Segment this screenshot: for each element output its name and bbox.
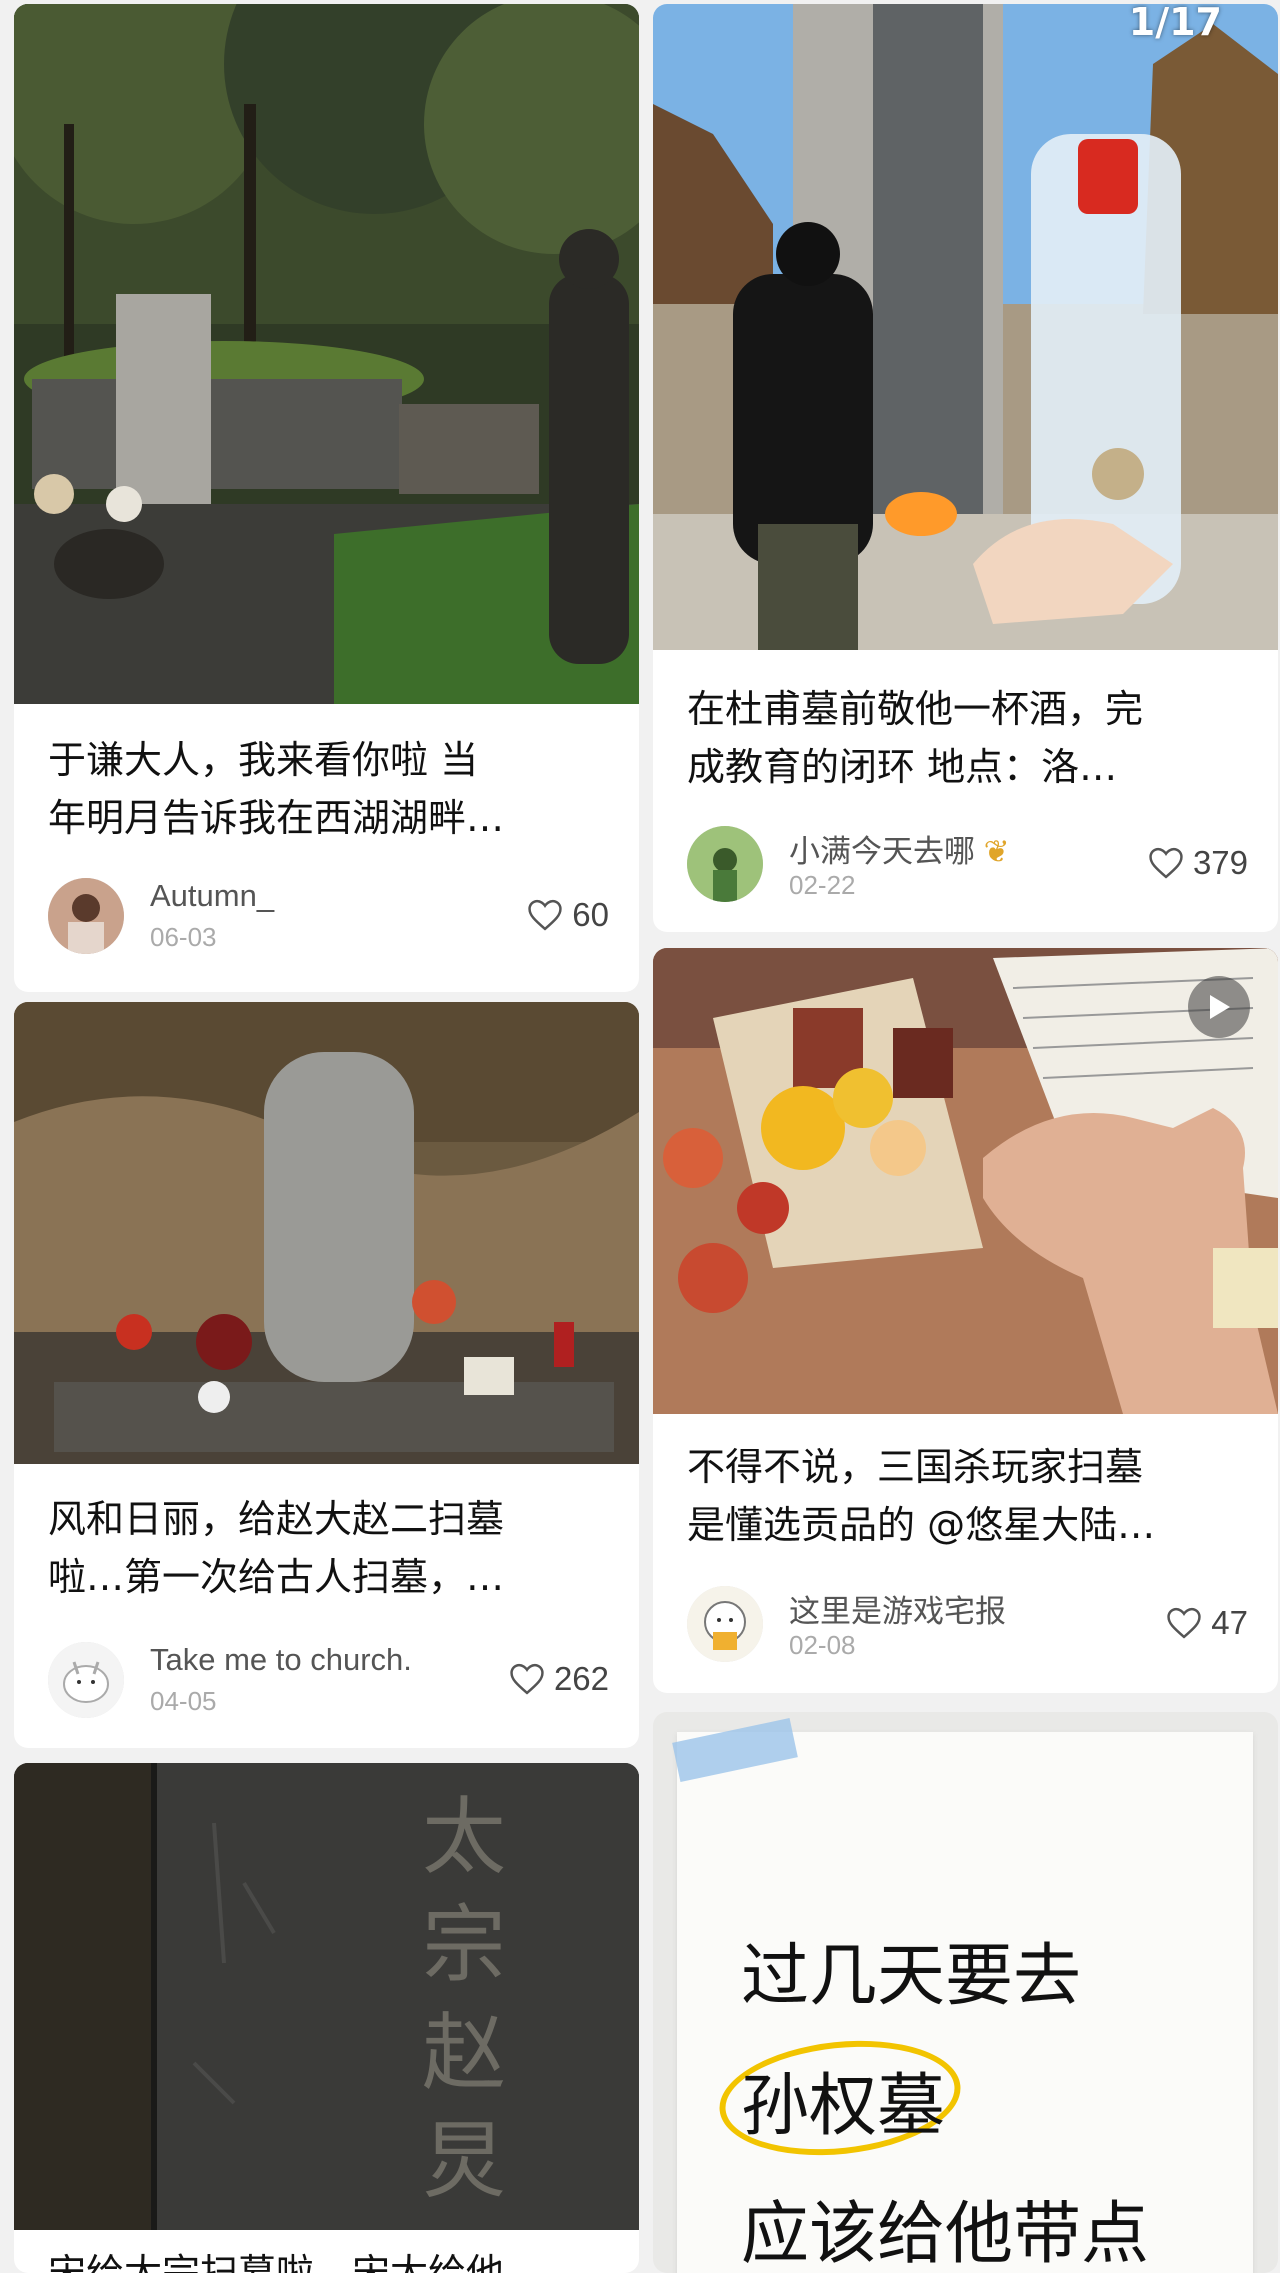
card-image-dufu-tomb: [653, 4, 1278, 650]
like-button[interactable]: 262: [508, 1660, 609, 1698]
card-title-line: 风和日丽，给赵大赵二扫墓: [48, 1497, 505, 1541]
play-button[interactable]: [1188, 976, 1250, 1038]
card-title[interactable]: 于谦大人，我来看你啦 当 年明月告诉我在西湖湖畔…: [48, 731, 609, 847]
avatar[interactable]: [687, 1586, 763, 1662]
feed-card-sanguosha[interactable]: 不得不说，三国杀玩家扫墓 是懂选贡品的 @悠星大陆… 这里是游戏宅报 02-08…: [653, 948, 1278, 1693]
feed-card-taizong[interactable]: 太宗赵炅 宋给太宗扫墓啦，宋太给他: [14, 1763, 639, 2273]
post-date: 06-03: [150, 922, 217, 952]
card-image-stone-tablet: 太宗赵炅: [14, 1763, 639, 2230]
page-counter: 1/17: [1128, 0, 1222, 44]
like-button[interactable]: 60: [526, 896, 609, 934]
author-name[interactable]: Take me to church.: [150, 1642, 412, 1678]
card-meta: 小满今天去哪 ❦ 02-22 379: [687, 826, 1248, 906]
author-name[interactable]: Autumn_: [150, 878, 274, 914]
heart-outline-icon: [1167, 1607, 1201, 1639]
heart-outline-icon: [1149, 847, 1183, 879]
card-title-line: 年明月告诉我在西湖湖畔…: [48, 796, 505, 840]
post-date: 04-05: [150, 1686, 217, 1716]
card-title-line: 不得不说，三国杀玩家扫墓: [687, 1445, 1144, 1489]
card-meta: Take me to church. 04-05 262: [48, 1642, 609, 1722]
card-image-zhao-tomb: [14, 1002, 639, 1464]
avatar[interactable]: [687, 826, 763, 902]
post-date: 02-08: [789, 1630, 856, 1660]
avatar[interactable]: [48, 878, 124, 954]
card-meta: Autumn_ 06-03 60: [48, 878, 609, 958]
tablet-inscription: 太宗赵炅: [421, 1788, 506, 2210]
card-title-line: 是懂选贡品的 @悠星大陆…: [687, 1503, 1156, 1547]
card-title-line: 于谦大人，我来看你啦 当: [48, 738, 479, 782]
card-image-offerings: [653, 948, 1278, 1414]
like-button[interactable]: 379: [1147, 844, 1248, 882]
heart-outline-icon: [528, 899, 562, 931]
post-date: 02-22: [789, 870, 856, 900]
card-title[interactable]: 风和日丽，给赵大赵二扫墓 啦…第一次给古人扫墓，…: [48, 1490, 609, 1606]
card-title-line: 啦…第一次给古人扫墓，…: [48, 1555, 505, 1599]
note-line-2: 孙权墓: [741, 2067, 946, 2146]
like-count: 262: [553, 1660, 609, 1697]
author-name-text: 小满今天去哪: [789, 834, 975, 869]
author-name[interactable]: 这里是游戏宅报: [789, 1586, 1006, 1631]
card-title[interactable]: 宋给太宗扫墓啦，宋太给他: [48, 2244, 609, 2273]
like-count: 47: [1211, 1604, 1248, 1641]
like-button[interactable]: 47: [1165, 1604, 1248, 1642]
note-line-1: 过几天要去: [741, 1937, 1082, 2016]
card-image-yuqian-tomb: [14, 4, 639, 704]
feed-card-zhao[interactable]: 风和日丽，给赵大赵二扫墓 啦…第一次给古人扫墓，… Take me to chu…: [14, 1002, 639, 1748]
play-icon: [1210, 995, 1230, 1019]
avatar[interactable]: [48, 1642, 124, 1718]
card-title-line: 宋给太宗扫墓啦，宋太给他: [48, 2251, 505, 2273]
card-meta: 这里是游戏宅报 02-08 47: [687, 1586, 1248, 1666]
wheat-icon: ❦: [983, 834, 1010, 869]
card-title[interactable]: 在杜甫墓前敬他一杯酒，完 成教育的闭环 地点：洛…: [687, 680, 1248, 796]
card-title-line: 在杜甫墓前敬他一杯酒，完: [687, 687, 1144, 731]
feed-card-sunquan[interactable]: 过几天要去 孙权墓 应该给他带点: [653, 1712, 1278, 2273]
card-title[interactable]: 不得不说，三国杀玩家扫墓 是懂选贡品的 @悠星大陆…: [687, 1438, 1248, 1554]
feed-card-dufu[interactable]: 在杜甫墓前敬他一杯酒，完 成教育的闭环 地点：洛… 小满今天去哪 ❦ 02-22…: [653, 4, 1278, 932]
author-name[interactable]: 小满今天去哪 ❦: [789, 826, 1010, 871]
heart-outline-icon: [510, 1663, 544, 1695]
like-count: 60: [572, 896, 609, 933]
like-count: 379: [1192, 844, 1248, 881]
feed-card-yuqian[interactable]: 于谦大人，我来看你啦 当 年明月告诉我在西湖湖畔… Autumn_ 06-03 …: [14, 4, 639, 992]
note-line-3: 应该给他带点: [741, 2195, 1150, 2273]
card-title-line: 成教育的闭环 地点：洛…: [687, 745, 1118, 789]
